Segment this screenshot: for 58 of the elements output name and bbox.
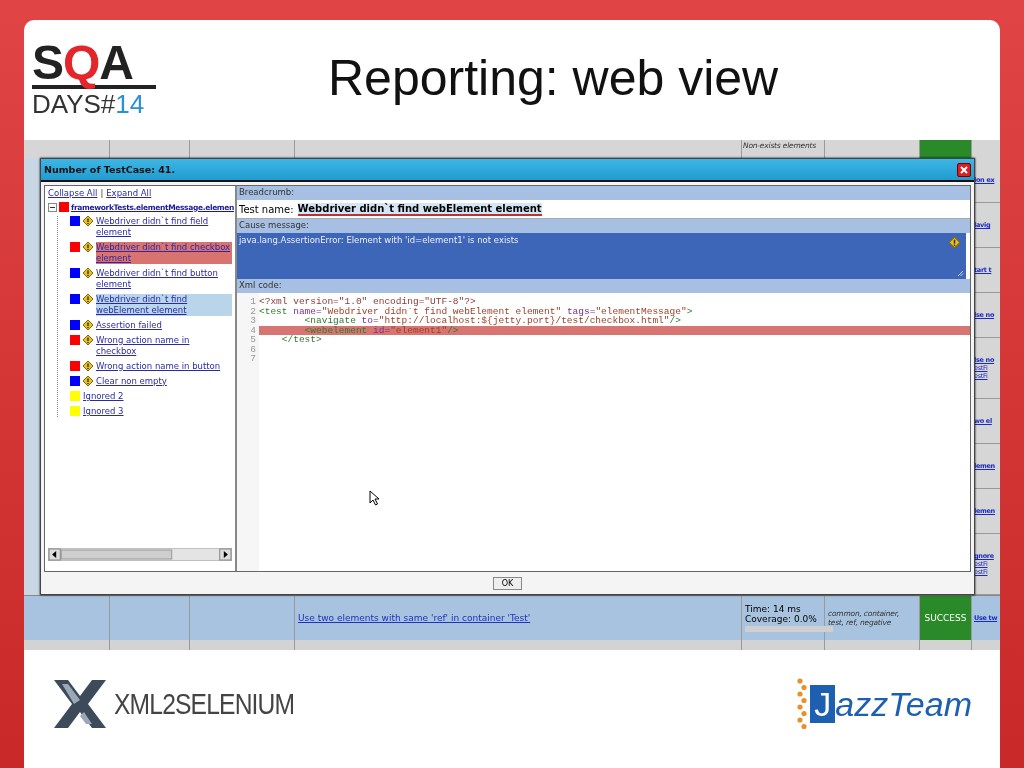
warning-icon	[83, 335, 93, 345]
logo-text: XML2SELENIUM	[114, 687, 295, 721]
dialog-title: Number of TestCase: 41.	[44, 164, 176, 175]
line-number: 7	[249, 354, 256, 364]
tree-item-link[interactable]: Wrong action name in checkbox	[96, 335, 232, 357]
tree-item-link[interactable]: Assertion failed	[96, 320, 162, 331]
slide-title: Reporting: web view	[328, 49, 779, 107]
line-number: 3	[249, 316, 256, 326]
breadcrumb-label: Breadcrumb:	[237, 186, 970, 200]
tree-item-link[interactable]: Ignored 2	[83, 391, 124, 402]
code-line: <test name="Webdriver didn`t find webElement element" tags="elementMessage">	[259, 306, 694, 316]
test-link[interactable]: Use two elements with same 'ref' in container 'Test'	[298, 613, 738, 623]
collapse-icon[interactable]	[48, 202, 57, 212]
close-icon	[960, 165, 968, 174]
tree-item-link[interactable]: Ignored 3	[83, 406, 124, 417]
warning-icon	[83, 320, 93, 330]
xml-code-label: Xml code:	[237, 279, 970, 293]
status-cell	[920, 140, 972, 158]
code-editor[interactable]	[237, 293, 970, 571]
line-number: 1	[249, 297, 256, 307]
test-name-value: Webdriver didn`t find webElement element	[297, 202, 542, 216]
tree-item-link[interactable]: Webdriver didn`t find field element	[96, 216, 232, 238]
code-line: </test>	[280, 335, 323, 345]
dots-icon	[796, 677, 809, 731]
tree-item-link[interactable]: Wrong action name in button	[96, 361, 221, 372]
warning-icon	[83, 268, 93, 278]
logo-wordmark: SQA	[32, 41, 156, 89]
code-line: <?xml version="1.0" encoding="UTF-8"?>	[259, 297, 477, 307]
warning-icon	[83, 242, 93, 252]
line-number: 5	[249, 335, 256, 345]
cursor-icon	[369, 490, 380, 506]
close-button[interactable]	[957, 162, 971, 177]
ok-button[interactable]: OK	[492, 576, 523, 590]
warning-icon	[83, 376, 93, 386]
collapse-link[interactable]: Collapse All	[48, 188, 98, 198]
code-line: <navigate to="http://localhost:${jetty.port}/test/checkbox.html"/>	[303, 316, 681, 326]
scrollbar[interactable]	[48, 548, 232, 561]
status-cell: SUCCESS	[920, 595, 972, 640]
logo-text: J azzTeam	[810, 684, 972, 724]
logo-subtitle: DAYS#14	[32, 89, 146, 119]
line-number: 4	[249, 325, 256, 335]
time-text: Time: 14 ms	[745, 604, 802, 614]
tree-item-link[interactable]: Webdriver didn`t find button element	[96, 268, 232, 290]
line-number: 6	[249, 344, 256, 354]
tree-item-link[interactable]: Clear non empty	[96, 376, 167, 387]
warning-icon	[83, 294, 93, 304]
test-name-label: Test name:	[239, 203, 294, 215]
warning-icon	[83, 216, 93, 226]
cause-label: Cause message:	[237, 219, 970, 233]
expand-link[interactable]: Expand All	[106, 188, 152, 198]
warning-icon	[949, 237, 960, 248]
cause-message: java.lang.AssertionError: Element with 'id=element1' is not exists	[239, 235, 519, 245]
resize-grip-icon[interactable]	[957, 270, 964, 277]
tree-item-link[interactable]: Webdriver didn`t find webElement element	[96, 294, 232, 316]
line-number: 2	[249, 306, 256, 316]
coverage-text: Coverage: 0.0%	[745, 614, 818, 624]
separator-text: |	[100, 188, 104, 198]
warning-icon	[83, 361, 93, 371]
